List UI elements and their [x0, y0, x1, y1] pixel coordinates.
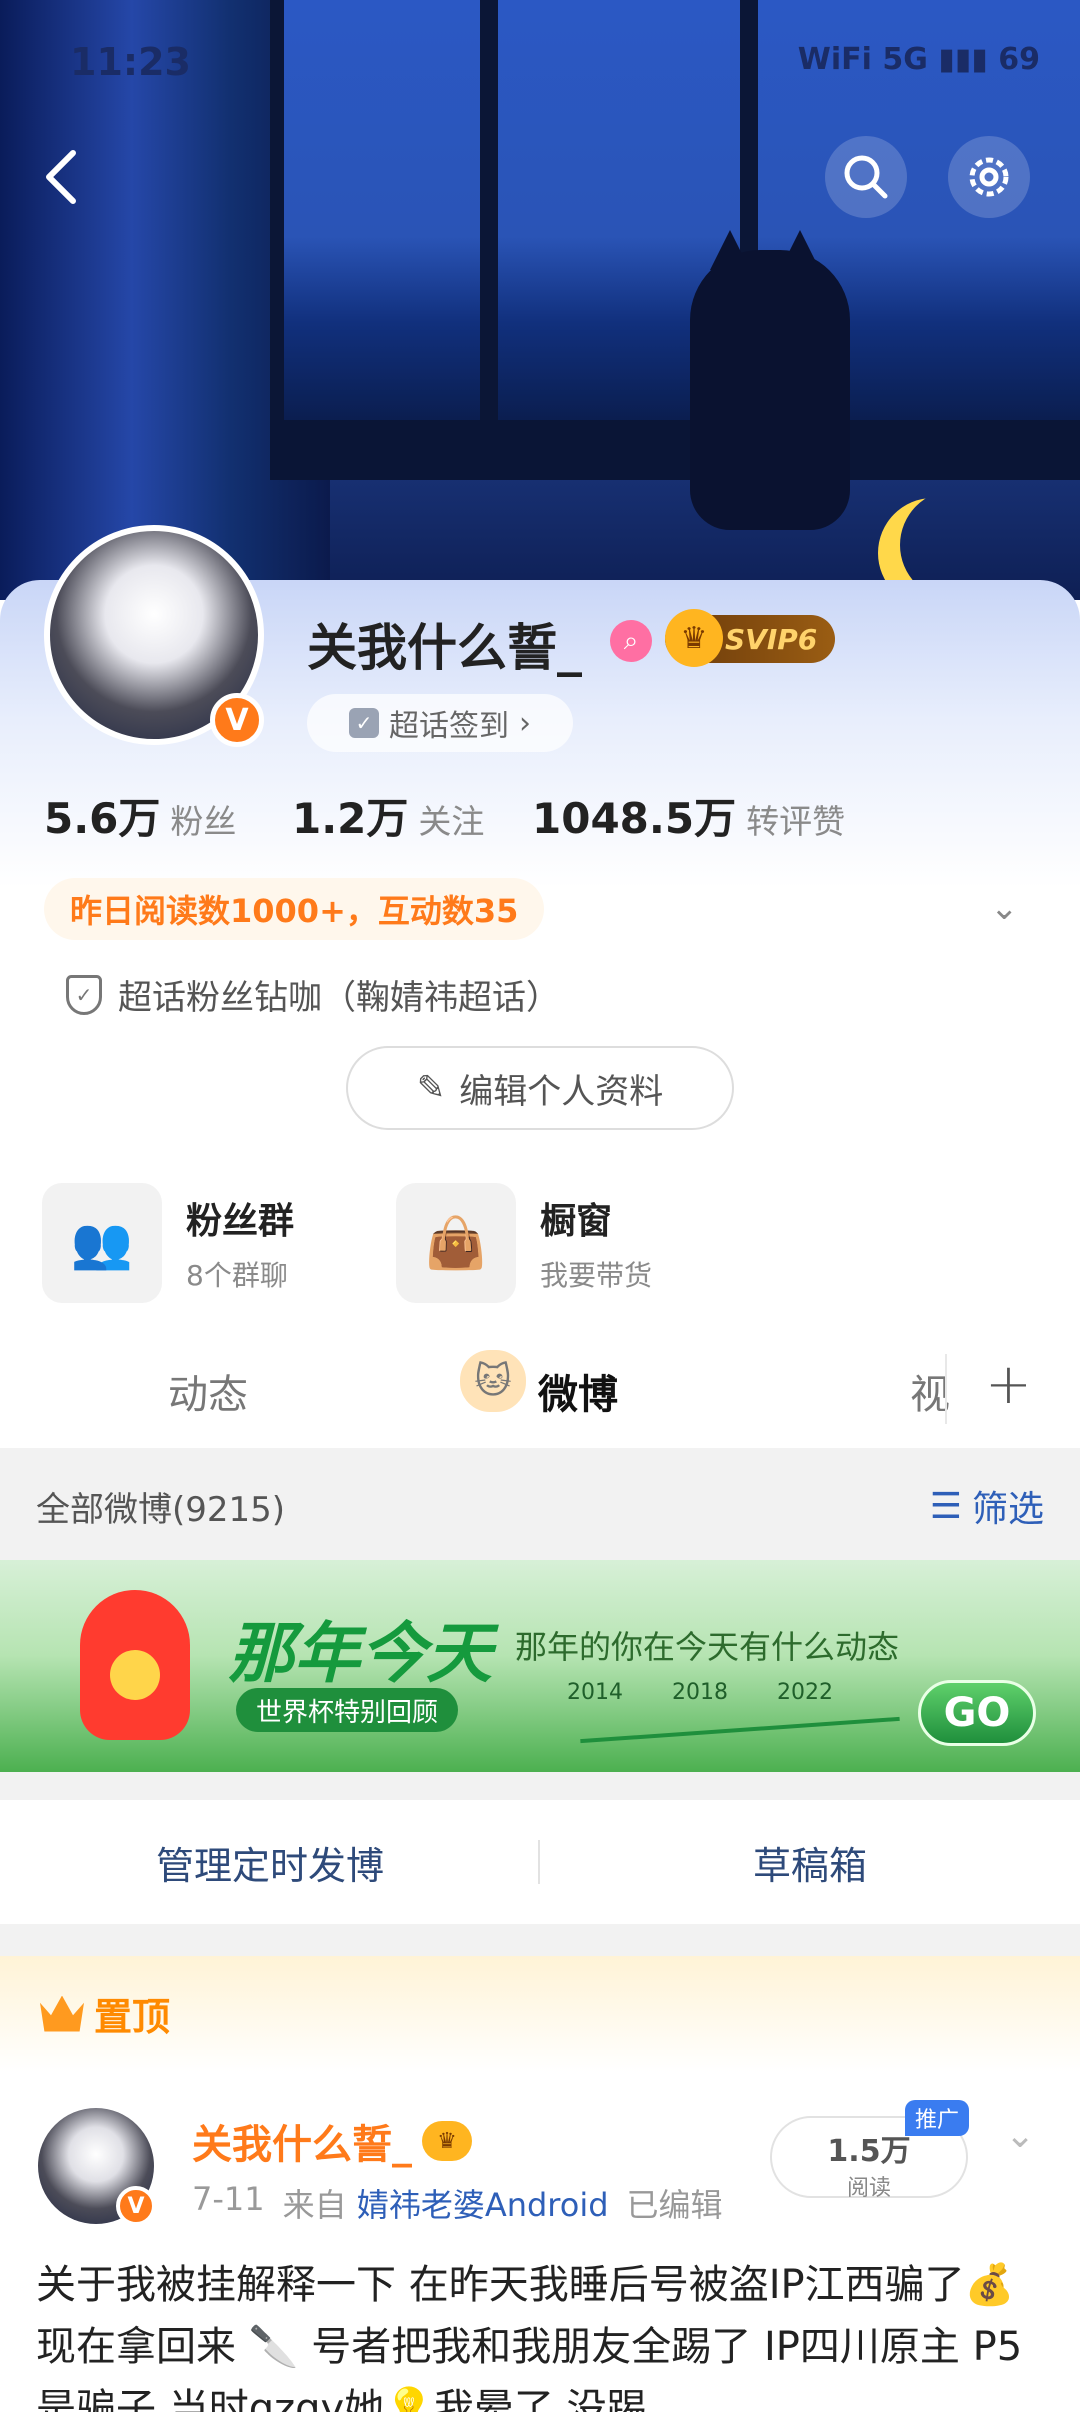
pinned-text: 置顶 — [94, 1995, 171, 2039]
tab-video[interactable]: 视 — [910, 1362, 950, 1420]
scheduled-posts-button[interactable]: 管理定时发博 — [0, 1800, 540, 1924]
post-author-name: 关我什么誓_ — [192, 2122, 412, 2168]
chaohua-checkin-label: 超话签到 — [389, 709, 509, 744]
drafts-button[interactable]: 草稿箱 — [540, 1800, 1080, 1924]
crown-icon: ♛ — [665, 609, 723, 667]
vip-crown-icon: ♛ — [422, 2121, 472, 2161]
post-text[interactable]: 关于我被挂解释一下 在昨天我睡后号被盗IP江西骗了💰 现在拿回来 🔪 号者把我和… — [36, 2254, 1046, 2412]
stat-label: 粉丝 — [170, 802, 237, 841]
stat-value: 1.2万 — [292, 794, 409, 843]
post-source-prefix: 来自 — [282, 2186, 347, 2224]
banner-timeline — [580, 1716, 900, 1744]
all-weibo-count[interactable]: 全部微博(9215) — [36, 1482, 285, 1531]
chevron-down-icon[interactable]: ⌄ — [990, 888, 1019, 928]
stat-value: 1048.5万 — [532, 794, 737, 843]
post-meta: 7-11 来自 婧祎老婆Android 已编辑 — [192, 2180, 723, 2226]
edit-profile-button[interactable]: ✎ 编辑个人资料 — [346, 1046, 734, 1130]
verified-badge: V — [210, 693, 264, 747]
cat-mascot-icon: 🐱 — [460, 1350, 526, 1412]
filter-button[interactable]: ☰ 筛选 — [930, 1480, 1044, 1532]
management-bar: 管理定时发博 草稿箱 — [0, 1800, 1080, 1924]
fan-title-text: 超话粉丝钻咖（鞠婧祎超话） — [118, 978, 560, 1018]
banner-year: 2014 — [567, 1680, 623, 1705]
svip-level: SVIP6 — [725, 622, 818, 656]
pinned-label: 置顶 — [40, 1986, 170, 2041]
chevron-right-icon: › — [519, 705, 531, 741]
search-button[interactable] — [825, 136, 907, 218]
settings-button[interactable] — [948, 136, 1030, 218]
tool-subtitle: 我要带货 — [540, 1259, 653, 1292]
add-tab-icon[interactable]: + — [985, 1352, 1032, 1417]
tool-subtitle: 8个群聊 — [186, 1259, 288, 1292]
promote-tag[interactable]: 推广 — [905, 2100, 970, 2136]
cover-cat-silhouette — [690, 230, 850, 530]
feed-filter-bar: 全部微博(9215) ☰ 筛选 — [0, 1448, 1080, 1560]
tab-divider — [945, 1354, 947, 1424]
post-date: 7-11 — [192, 2180, 265, 2218]
profile-username: 关我什么誓_ — [307, 619, 582, 677]
chaohua-checkin-button[interactable]: ✓ 超话签到 › — [307, 694, 573, 752]
reading-stats-tag[interactable]: 昨日阅读数1000+，互动数35 — [44, 878, 545, 940]
on-this-day-banner[interactable]: 那年今天 那年的你在今天有什么动态 世界杯特别回顾 2014 2018 2022… — [0, 1560, 1080, 1772]
verified-badge: V — [116, 2186, 156, 2226]
banner-title: 那年今天 — [228, 1615, 492, 1692]
cover-window-frame — [480, 0, 498, 430]
status-icons: WiFi 5G ▮▮▮ 69 — [797, 42, 1040, 77]
tool-title: 橱窗 — [540, 1201, 613, 1242]
pink-search-badge-icon[interactable]: ⌕ — [610, 620, 652, 662]
fan-group-tool[interactable]: 👥 粉丝群 8个群聊 — [42, 1183, 294, 1303]
post-edited: 已编辑 — [626, 2186, 723, 2224]
post-source[interactable]: 婧祎老婆Android — [357, 2186, 609, 2224]
banner-worldcup-pill: 世界杯特别回顾 — [236, 1688, 459, 1732]
svip-badge[interactable]: ♛ SVIP6 — [665, 609, 836, 667]
fan-title-row[interactable]: ✓ 超话粉丝钻咖（鞠婧祎超话） — [66, 970, 560, 1019]
weibo-mascot-icon — [80, 1590, 190, 1740]
post-author[interactable]: 关我什么誓_ ♛ — [192, 2112, 472, 2170]
stat-label: 转评赞 — [746, 802, 846, 841]
status-time: 11:23 — [70, 40, 191, 84]
stat-interactions[interactable]: 1048.5万 转评赞 — [532, 785, 845, 846]
chevron-down-icon[interactable]: ⌄ — [1005, 2115, 1035, 2156]
stat-label: 关注 — [418, 802, 485, 841]
calendar-check-icon: ✓ — [349, 708, 379, 738]
banner-year: 2022 — [777, 1680, 833, 1705]
section-gap — [0, 1924, 1080, 1956]
banner-year: 2018 — [672, 1680, 728, 1705]
shield-icon: ✓ — [66, 974, 102, 1015]
edit-profile-label: 编辑个人资料 — [459, 1071, 664, 1112]
filter-icon: ☰ — [929, 1485, 962, 1527]
users-icon: 👥 — [42, 1183, 162, 1303]
banner-go-button[interactable]: GO — [918, 1680, 1036, 1746]
tab-dongtai[interactable]: 动态 — [168, 1362, 248, 1420]
read-count-label: 阅读 — [846, 2176, 891, 2201]
tab-weibo[interactable]: 微博 — [538, 1362, 618, 1420]
cover-window-sill — [270, 420, 1080, 480]
tool-title: 粉丝群 — [186, 1201, 295, 1242]
pencil-icon: ✎ — [416, 1068, 446, 1108]
showcase-tool[interactable]: 👜 橱窗 我要带货 — [396, 1183, 652, 1303]
chevron-left-icon — [46, 150, 76, 204]
pinned-header: 置顶 — [0, 1956, 1080, 2072]
stat-following[interactable]: 1.2万 关注 — [292, 785, 484, 846]
shopping-bag-icon: 👜 — [396, 1183, 516, 1303]
section-gap — [0, 1772, 1080, 1800]
profile-cover-image[interactable] — [0, 0, 1080, 600]
gear-icon — [969, 157, 1009, 197]
profile-tabs: 动态 🐱 微博 视 + — [0, 1330, 1080, 1448]
search-icon — [844, 155, 888, 199]
crown-icon — [40, 1995, 84, 2032]
stat-value: 5.6万 — [44, 794, 161, 843]
stat-followers[interactable]: 5.6万 粉丝 — [44, 785, 236, 846]
banner-subtitle: 那年的你在今天有什么动态 — [515, 1628, 900, 1666]
back-button[interactable] — [20, 136, 102, 218]
filter-label: 筛选 — [971, 1489, 1044, 1530]
